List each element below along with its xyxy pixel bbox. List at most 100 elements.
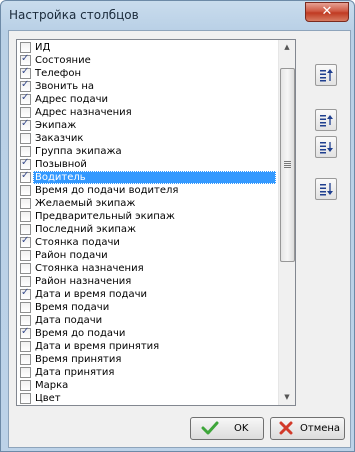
- list-item[interactable]: Адрес назначения: [17, 106, 278, 119]
- item-checkbox[interactable]: [20, 326, 31, 339]
- list-item[interactable]: ИД: [17, 41, 278, 54]
- item-checkbox[interactable]: [20, 354, 31, 365]
- item-checkbox[interactable]: [20, 224, 31, 235]
- move-top-icon: [320, 69, 333, 82]
- item-label: Стоянка подачи: [35, 237, 120, 248]
- list-item[interactable]: Экипаж: [17, 118, 278, 132]
- columns-list[interactable]: ИД Состояние Телефон Звонить на Адрес подачи…: [16, 39, 296, 406]
- item-label: Предварительный экипаж: [35, 211, 175, 222]
- move-up-button[interactable]: [315, 109, 337, 131]
- list-item[interactable]: Желаемый экипаж: [17, 197, 278, 210]
- move-down-button[interactable]: [315, 136, 337, 158]
- item-checkbox[interactable]: [20, 235, 31, 248]
- item-checkbox[interactable]: [20, 263, 31, 274]
- scroll-down-arrow[interactable]: ▼: [280, 390, 294, 405]
- item-label: Позывной: [35, 159, 87, 170]
- list-item[interactable]: Группа экипажа: [17, 145, 278, 158]
- item-label: Адрес назначения: [35, 107, 132, 118]
- list-item[interactable]: Дата и время принятия: [17, 340, 278, 353]
- item-checkbox[interactable]: [20, 185, 31, 196]
- columns-items: ИД Состояние Телефон Звонить на Адрес подачи…: [17, 41, 278, 405]
- move-to-bottom-button[interactable]: [315, 178, 337, 200]
- item-checkbox[interactable]: [20, 107, 31, 118]
- list-item[interactable]: Цвет: [17, 392, 278, 405]
- item-checkbox[interactable]: [20, 302, 31, 313]
- ok-button[interactable]: OK: [190, 417, 264, 440]
- item-label: Район подачи: [35, 250, 108, 261]
- list-item[interactable]: Адрес подачи: [17, 92, 278, 106]
- item-label: Желаемый экипаж: [35, 198, 136, 209]
- close-button[interactable]: ✕: [305, 2, 349, 22]
- item-label: Марка: [35, 380, 69, 391]
- item-checkbox[interactable]: [20, 315, 31, 326]
- item-checkbox[interactable]: [20, 170, 31, 183]
- list-item[interactable]: Стоянка подачи: [17, 235, 278, 249]
- list-item[interactable]: Звонить на: [17, 79, 278, 93]
- item-label: Заказчик: [35, 133, 84, 144]
- move-to-top-button[interactable]: [315, 64, 337, 86]
- item-checkbox[interactable]: [20, 133, 31, 144]
- item-checkbox[interactable]: [20, 367, 31, 378]
- item-label: Группа экипажа: [35, 146, 122, 157]
- item-checkbox[interactable]: [20, 79, 31, 92]
- item-label: ИД: [35, 42, 51, 53]
- item-label: Телефон: [35, 68, 82, 79]
- item-checkbox[interactable]: [20, 92, 31, 105]
- cancel-button[interactable]: Отмена: [270, 417, 345, 440]
- list-item[interactable]: Заказчик: [17, 132, 278, 145]
- list-item[interactable]: Время подачи: [17, 301, 278, 314]
- item-label: Дата и время принятия: [35, 341, 160, 352]
- grip-icon: [284, 161, 291, 168]
- window-title: Настройка столбцов: [9, 8, 139, 22]
- item-checkbox[interactable]: [20, 380, 31, 391]
- cross-icon: [279, 421, 293, 435]
- list-item[interactable]: Время принятия: [17, 353, 278, 366]
- item-label: Дата принятия: [35, 367, 115, 378]
- list-item[interactable]: Последний экипаж: [17, 223, 278, 236]
- item-checkbox[interactable]: [20, 341, 31, 352]
- vertical-scrollbar[interactable]: ▲ ▼: [278, 40, 295, 405]
- list-item[interactable]: Дата и время подачи: [17, 287, 278, 301]
- item-label: Дата подачи: [35, 315, 103, 326]
- list-item[interactable]: Район назначения: [17, 275, 278, 288]
- list-item[interactable]: Дата принятия: [17, 366, 278, 379]
- list-item[interactable]: Время до подачи: [17, 326, 278, 340]
- ok-label: OK: [234, 423, 249, 434]
- list-item[interactable]: Предварительный экипаж: [17, 210, 278, 223]
- item-checkbox[interactable]: [20, 287, 31, 300]
- list-item[interactable]: Дата подачи: [17, 314, 278, 327]
- checkmark-icon: [201, 421, 219, 435]
- list-item[interactable]: Марка: [17, 379, 278, 392]
- move-bottom-icon: [320, 183, 333, 196]
- list-item[interactable]: Позывной: [17, 157, 278, 171]
- item-checkbox[interactable]: [20, 211, 31, 222]
- item-checkbox[interactable]: [20, 53, 31, 66]
- item-checkbox[interactable]: [20, 198, 31, 209]
- item-checkbox[interactable]: [20, 393, 31, 404]
- item-checkbox[interactable]: [20, 42, 31, 53]
- scroll-up-arrow[interactable]: ▲: [280, 40, 294, 55]
- list-item[interactable]: Стоянка назначения: [17, 262, 278, 275]
- dialog-body: ИД Состояние Телефон Звонить на Адрес подачи…: [8, 30, 351, 448]
- list-item[interactable]: Водитель: [17, 170, 278, 184]
- dialog-window: Настройка столбцов ✕ ИД Состояние Телефон З…: [0, 0, 355, 452]
- item-checkbox[interactable]: [20, 157, 31, 170]
- list-item[interactable]: Район подачи: [17, 249, 278, 262]
- item-label: Адрес подачи: [35, 94, 109, 105]
- list-item[interactable]: Время до подачи водителя: [17, 184, 278, 197]
- item-label: Звонить на: [35, 81, 95, 92]
- item-checkbox[interactable]: [20, 118, 31, 131]
- list-item[interactable]: Состояние: [17, 53, 278, 67]
- item-label: Дата и время подачи: [35, 289, 147, 300]
- item-label: Время до подачи: [35, 328, 126, 339]
- item-label: Последний экипаж: [35, 224, 137, 235]
- item-label: Время подачи: [35, 302, 110, 313]
- item-label: Время принятия: [35, 354, 122, 365]
- item-label: Состояние: [35, 55, 91, 66]
- item-checkbox[interactable]: [20, 66, 31, 79]
- item-checkbox[interactable]: [20, 276, 31, 287]
- list-item[interactable]: Телефон: [17, 66, 278, 80]
- scroll-thumb[interactable]: [280, 68, 295, 262]
- item-checkbox[interactable]: [20, 250, 31, 261]
- item-checkbox[interactable]: [20, 146, 31, 157]
